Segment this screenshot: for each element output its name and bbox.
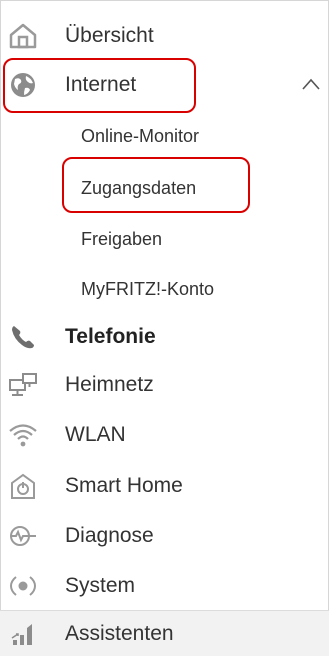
nav-item-label: Smart Home bbox=[65, 474, 183, 497]
nav-item-system[interactable]: System bbox=[0, 561, 329, 611]
nav-item-smart-home[interactable]: Smart Home bbox=[0, 461, 329, 511]
nav-item-label: Internet bbox=[65, 73, 137, 96]
subnav-item-myfritz-konto[interactable]: MyFRITZ!-Konto bbox=[0, 263, 329, 313]
nav-item-label: WLAN bbox=[65, 423, 126, 446]
nav-item-label: Heimnetz bbox=[65, 373, 154, 396]
wifi-icon bbox=[8, 421, 38, 449]
phone-icon bbox=[8, 323, 38, 351]
system-icon bbox=[8, 572, 38, 600]
nav-item-label: Übersicht bbox=[65, 24, 154, 47]
smart-home-icon bbox=[8, 472, 38, 500]
globe-icon bbox=[8, 71, 38, 99]
chevron-up-icon[interactable] bbox=[301, 77, 321, 91]
nav-item-label: Telefonie bbox=[65, 325, 156, 348]
diagnose-icon bbox=[8, 522, 38, 550]
subnav-item-label: Online-Monitor bbox=[81, 126, 200, 146]
nav-item-diagnose[interactable]: Diagnose bbox=[0, 511, 329, 561]
network-icon bbox=[8, 371, 38, 399]
nav-item-label: Assistenten bbox=[65, 622, 174, 645]
nav-item-uebersicht[interactable]: Übersicht bbox=[0, 11, 329, 61]
subnav-item-freigaben[interactable]: Freigaben bbox=[0, 213, 329, 263]
nav-item-internet[interactable]: Internet bbox=[0, 60, 329, 110]
home-icon bbox=[8, 22, 38, 50]
subnav-item-label: Freigaben bbox=[81, 229, 163, 249]
subnav-item-online-monitor[interactable]: Online-Monitor bbox=[0, 110, 329, 160]
nav-item-telefonie[interactable]: Telefonie bbox=[0, 312, 329, 362]
subnav-item-label: MyFRITZ!-Konto bbox=[81, 279, 215, 299]
nav-item-heimnetz[interactable]: Heimnetz bbox=[0, 360, 329, 410]
nav-item-label: Diagnose bbox=[65, 524, 154, 547]
nav-item-label: System bbox=[65, 574, 136, 597]
subnav-item-label: Zugangsdaten bbox=[81, 178, 197, 198]
nav-item-wlan[interactable]: WLAN bbox=[0, 410, 329, 460]
nav-item-assistenten[interactable]: Assistenten bbox=[0, 610, 329, 656]
subnav-item-zugangsdaten[interactable]: Zugangsdaten bbox=[0, 162, 329, 212]
assistant-icon bbox=[10, 620, 40, 648]
